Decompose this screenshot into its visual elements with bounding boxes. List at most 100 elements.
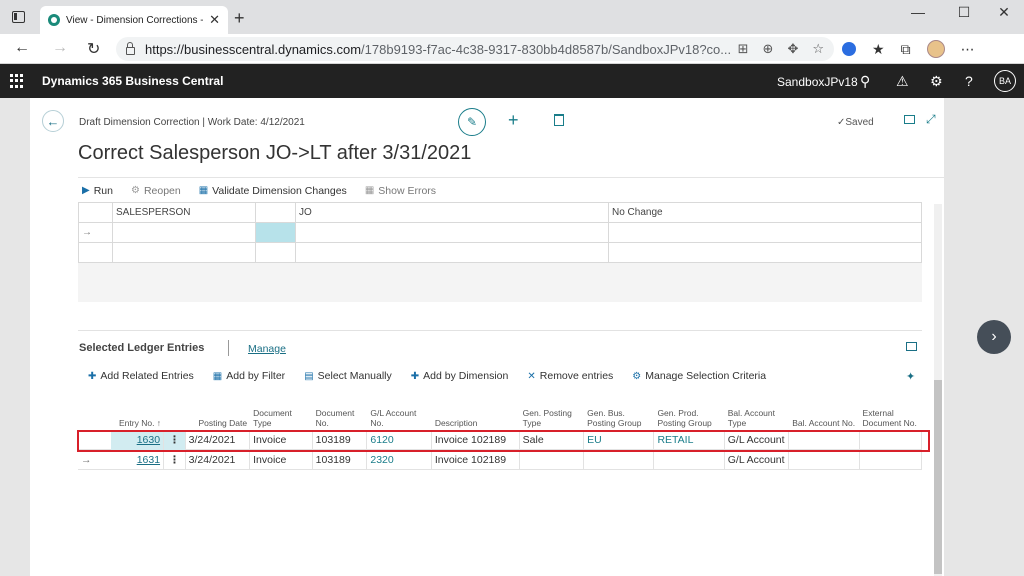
tab-close-icon[interactable]: ✕ bbox=[209, 12, 220, 28]
new-value-cell[interactable] bbox=[255, 222, 296, 243]
share-icon[interactable] bbox=[906, 342, 917, 351]
app-available-icon[interactable]: ⊞ bbox=[738, 41, 749, 57]
dimension-row[interactable]: → bbox=[78, 222, 922, 243]
row-menu-icon[interactable]: ⋮ bbox=[164, 449, 186, 470]
select-manually-action[interactable]: ▤ Select Manually bbox=[304, 370, 392, 382]
show-errors-action[interactable]: ▦ Show Errors bbox=[365, 185, 436, 197]
lock-icon[interactable] bbox=[126, 41, 135, 55]
column-header[interactable]: G/L Account No. bbox=[367, 408, 431, 430]
column-header[interactable]: Bal. Account Type bbox=[725, 408, 789, 430]
settings-gear-icon[interactable]: ⚙ bbox=[930, 73, 943, 90]
column-header[interactable]: Gen. Bus. Posting Group bbox=[584, 408, 654, 430]
change-cell[interactable]: No Change bbox=[608, 202, 922, 223]
gen-prod-posting-group-cell[interactable] bbox=[654, 449, 725, 470]
remove-entries-action[interactable]: ✕ Remove entries bbox=[527, 370, 613, 382]
dimension-value-cell[interactable] bbox=[295, 242, 609, 263]
read-aloud-icon[interactable]: ✥ bbox=[787, 41, 798, 57]
gl-account-cell[interactable]: 6120 bbox=[367, 429, 432, 450]
extension-globe-icon[interactable] bbox=[842, 42, 856, 56]
entry-no-cell[interactable]: 1631 bbox=[111, 449, 165, 470]
filter-icon: ▦ bbox=[212, 370, 223, 382]
column-header[interactable]: Description bbox=[432, 418, 520, 430]
user-avatar[interactable]: BA bbox=[994, 70, 1016, 92]
maximize-button[interactable]: ☐ bbox=[944, 4, 984, 21]
more-menu-icon[interactable]: ⋯ bbox=[961, 41, 975, 58]
change-cell[interactable] bbox=[608, 242, 922, 263]
section-separator bbox=[228, 340, 229, 356]
close-window-button[interactable]: ✕ bbox=[984, 4, 1024, 21]
new-tab-button[interactable]: + bbox=[234, 8, 245, 29]
pin-icon[interactable]: ✦ bbox=[906, 370, 915, 383]
column-header[interactable]: Document No. bbox=[313, 408, 368, 430]
open-new-window-icon[interactable] bbox=[904, 115, 915, 124]
validate-dimension-changes-action[interactable]: ▦ Validate Dimension Changes bbox=[199, 185, 347, 197]
help-icon[interactable]: ? bbox=[965, 73, 973, 89]
minimize-button[interactable]: — bbox=[898, 4, 938, 20]
browser-tab-bar: View - Dimension Corrections - D ✕ + — ☐… bbox=[0, 0, 1024, 34]
vertical-scrollbar-thumb[interactable] bbox=[934, 380, 942, 574]
gen-bus-posting-group-cell[interactable] bbox=[584, 449, 655, 470]
back-arrow-icon[interactable]: ← bbox=[14, 39, 30, 57]
gen-bus-posting-group-cell[interactable]: EU bbox=[584, 429, 655, 450]
entry-no-cell[interactable]: 1630 bbox=[111, 429, 165, 450]
run-action[interactable]: ▶ Run bbox=[82, 185, 113, 197]
manage-selection-criteria-action[interactable]: ⚙ Manage Selection Criteria bbox=[632, 370, 766, 382]
dimension-row[interactable]: SALESPERSON JO No Change bbox=[78, 202, 922, 223]
new-plus-icon[interactable]: + bbox=[508, 110, 519, 131]
url-text: https://businesscentral.dynamics.com/178… bbox=[145, 41, 732, 57]
favorites-icon[interactable]: ★ bbox=[872, 41, 885, 58]
manage-link[interactable]: Manage bbox=[248, 343, 286, 355]
next-chevron-button[interactable]: › bbox=[977, 320, 1011, 354]
column-header[interactable]: Gen. Posting Type bbox=[520, 408, 584, 430]
profile-avatar[interactable] bbox=[926, 40, 945, 58]
column-header[interactable]: Entry No. ↑ bbox=[111, 418, 164, 430]
zoom-icon[interactable]: ⊕ bbox=[763, 41, 774, 57]
collapse-icon[interactable]: ⤢ bbox=[926, 112, 936, 127]
show-errors-icon: ▦ bbox=[364, 185, 375, 196]
table-row[interactable]: → 1631 ⋮ 3/24/2021 Invoice 103189 2320 I… bbox=[78, 449, 923, 470]
gen-prod-posting-group-cell[interactable]: RETAIL bbox=[654, 429, 725, 450]
bal-account-type-cell: G/L Account bbox=[725, 429, 790, 450]
collections-icon[interactable]: ⧉ bbox=[901, 41, 911, 58]
address-bar[interactable]: https://businesscentral.dynamics.com/178… bbox=[116, 37, 834, 61]
add-by-filter-action[interactable]: ▦ Add by Filter bbox=[213, 370, 285, 382]
forward-arrow-icon[interactable]: → bbox=[52, 39, 68, 57]
edit-pencil-icon[interactable]: ✎ bbox=[458, 108, 486, 136]
dimension-value-cell[interactable]: JO bbox=[295, 202, 609, 223]
page-action-bar: ▶ Run ⚙ Reopen ▦ Validate Dimension Changes… bbox=[78, 177, 944, 203]
tab-actions-icon[interactable] bbox=[12, 11, 25, 23]
notification-bell-icon[interactable]: ⚠ bbox=[896, 73, 909, 90]
browser-tab[interactable]: View - Dimension Corrections - D ✕ bbox=[40, 6, 228, 34]
document-type-cell: Invoice bbox=[250, 449, 313, 470]
row-arrow: → bbox=[78, 222, 113, 243]
remove-icon: ✕ bbox=[527, 370, 536, 382]
refresh-icon[interactable]: ↻ bbox=[87, 39, 100, 59]
dimension-row[interactable] bbox=[78, 242, 922, 263]
column-header[interactable]: Posting Date bbox=[186, 418, 250, 430]
add-by-dimension-action[interactable]: ✚ Add by Dimension bbox=[411, 370, 509, 382]
environment-name[interactable]: SandboxJPv18 bbox=[777, 75, 858, 89]
reopen-action[interactable]: ⚙ Reopen bbox=[131, 185, 181, 197]
column-header[interactable]: Gen. Prod. Posting Group bbox=[654, 408, 724, 430]
new-value-cell[interactable] bbox=[255, 242, 296, 263]
back-button[interactable]: ← bbox=[42, 110, 64, 132]
table-row[interactable]: 1630 ⋮ 3/24/2021 Invoice 103189 6120 Inv… bbox=[78, 429, 923, 450]
column-header[interactable]: Bal. Account No. bbox=[789, 418, 859, 430]
dimension-code-cell[interactable] bbox=[112, 222, 256, 243]
app-launcher-icon[interactable] bbox=[10, 74, 24, 88]
add-related-entries-action[interactable]: ✚ Add Related Entries bbox=[88, 370, 194, 382]
dimension-value-cell[interactable] bbox=[295, 222, 609, 243]
search-icon[interactable]: ⚲ bbox=[860, 73, 870, 90]
row-arrow bbox=[78, 242, 113, 263]
gl-account-cell[interactable]: 2320 bbox=[367, 449, 432, 470]
delete-trash-icon[interactable] bbox=[554, 114, 564, 126]
dimension-code-cell[interactable]: SALESPERSON bbox=[112, 202, 256, 223]
new-value-cell[interactable] bbox=[255, 202, 296, 223]
column-header[interactable]: External Document No. bbox=[860, 408, 923, 430]
section-divider bbox=[78, 330, 922, 331]
row-menu-icon[interactable]: ⋮ bbox=[164, 429, 186, 450]
change-cell[interactable] bbox=[608, 222, 922, 243]
column-header[interactable]: Document Type bbox=[250, 408, 313, 430]
dimension-code-cell[interactable] bbox=[112, 242, 256, 263]
favorite-star-icon[interactable]: ☆ bbox=[812, 41, 824, 57]
